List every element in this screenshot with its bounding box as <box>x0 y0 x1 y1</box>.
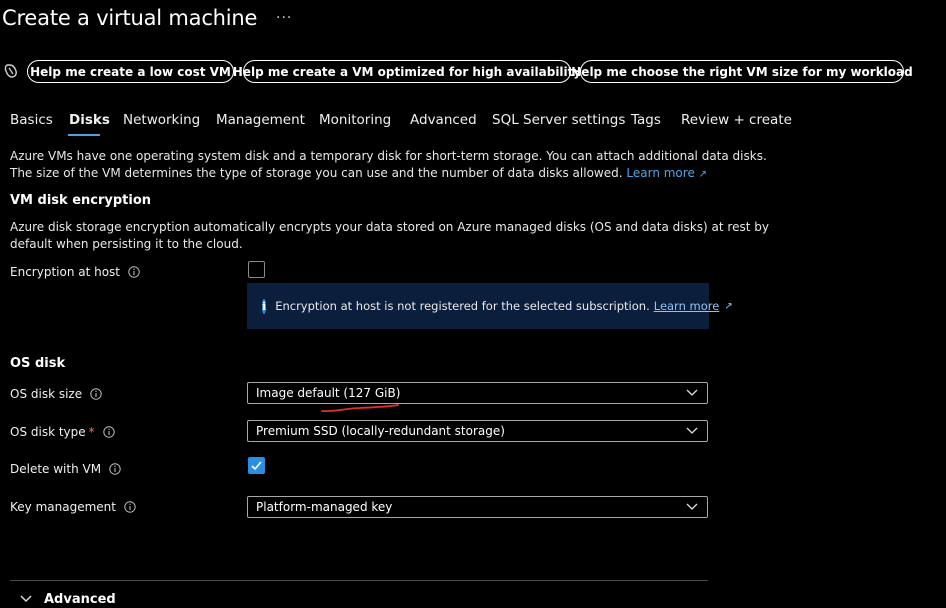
info-circle-icon: i <box>262 298 267 314</box>
checkmark-icon <box>251 461 262 471</box>
key-management-value: Platform-managed key <box>256 500 393 514</box>
vm-disk-encryption-heading: VM disk encryption <box>10 193 152 208</box>
os-disk-size-label-text: OS disk size <box>10 387 83 401</box>
os-disk-size-select[interactable]: Image default (127 GiB) <box>247 382 708 404</box>
os-disk-heading: OS disk <box>10 356 66 371</box>
more-options-button[interactable]: ··· <box>276 10 292 26</box>
info-icon[interactable] <box>124 501 136 513</box>
delete-with-vm-label: Delete with VM <box>10 462 121 476</box>
encryption-learn-more-link[interactable]: Learn more <box>654 299 720 313</box>
external-link-icon: ↗ <box>724 300 733 312</box>
tab-disks[interactable]: Disks <box>69 112 110 128</box>
red-underline-annotation <box>321 404 399 413</box>
intro-learn-more-link[interactable]: Learn more <box>626 166 694 180</box>
tab-advanced[interactable]: Advanced <box>410 112 477 128</box>
chevron-down-icon <box>686 503 698 510</box>
tab-bar: Basics Disks Networking Management Monit… <box>0 110 946 136</box>
tab-networking[interactable]: Networking <box>123 112 200 128</box>
encryption-desc-line-1: Azure disk storage encryption automatica… <box>10 220 769 234</box>
os-disk-size-value: Image default (127 GiB) <box>256 386 401 400</box>
os-disk-type-select[interactable]: Premium SSD (locally-redundant storage) <box>247 420 708 442</box>
chevron-down-icon <box>686 427 698 434</box>
info-icon[interactable] <box>90 388 102 400</box>
tab-management[interactable]: Management <box>216 112 305 128</box>
intro-text-line-2-body: The size of the VM determines the type o… <box>10 166 623 180</box>
encryption-at-host-label-text: Encryption at host <box>10 265 121 279</box>
os-disk-type-label-text: OS disk type <box>10 425 86 439</box>
required-indicator: * <box>88 425 95 439</box>
help-low-cost-vm-button[interactable]: Help me create a low cost VM <box>27 60 234 83</box>
tab-monitoring[interactable]: Monitoring <box>319 112 391 128</box>
external-link-icon: ↗ <box>698 169 708 180</box>
encryption-info-text: Encryption at host is not registered for… <box>275 299 650 313</box>
os-disk-type-label: OS disk type * <box>10 425 115 439</box>
intro-text-line-1: Azure VMs have one operating system disk… <box>10 149 767 163</box>
encryption-desc-line-2: default when persisting it to the cloud. <box>10 237 243 251</box>
key-management-label-text: Key management <box>10 500 116 514</box>
help-high-availability-vm-button[interactable]: Help me create a VM optimized for high a… <box>233 60 581 83</box>
key-management-select[interactable]: Platform-managed key <box>247 496 708 518</box>
chevron-down-icon[interactable] <box>20 594 32 604</box>
create-vm-page: Create a virtual machine ··· Help me cre… <box>0 0 946 608</box>
tab-tags[interactable]: Tags <box>631 112 661 128</box>
help-vm-size-button[interactable]: Help me choose the right VM size for my … <box>571 60 913 83</box>
delete-with-vm-label-text: Delete with VM <box>10 462 102 476</box>
info-icon[interactable] <box>128 266 140 278</box>
advanced-section-toggle[interactable]: Advanced <box>44 592 116 607</box>
encryption-info-banner: i Encryption at host is not registered f… <box>247 283 733 329</box>
encryption-at-host-checkbox[interactable] <box>248 261 265 278</box>
info-icon[interactable] <box>102 426 115 438</box>
tab-basics[interactable]: Basics <box>10 112 53 128</box>
copilot-icon <box>4 64 17 78</box>
encryption-at-host-label: Encryption at host <box>10 265 140 279</box>
info-icon[interactable] <box>109 463 121 475</box>
os-disk-size-label: OS disk size <box>10 387 102 401</box>
active-tab-indicator <box>68 134 100 136</box>
intro-text-line-2: The size of the VM determines the type o… <box>10 165 707 183</box>
os-disk-type-value: Premium SSD (locally-redundant storage) <box>256 424 505 438</box>
page-title: Create a virtual machine <box>2 6 258 30</box>
delete-with-vm-checkbox[interactable] <box>248 457 265 474</box>
key-management-label: Key management <box>10 500 136 514</box>
chevron-down-icon <box>686 389 698 396</box>
section-divider <box>10 580 708 581</box>
tab-sql-server-settings[interactable]: SQL Server settings <box>492 112 625 128</box>
tab-review-create[interactable]: Review + create <box>681 112 792 128</box>
